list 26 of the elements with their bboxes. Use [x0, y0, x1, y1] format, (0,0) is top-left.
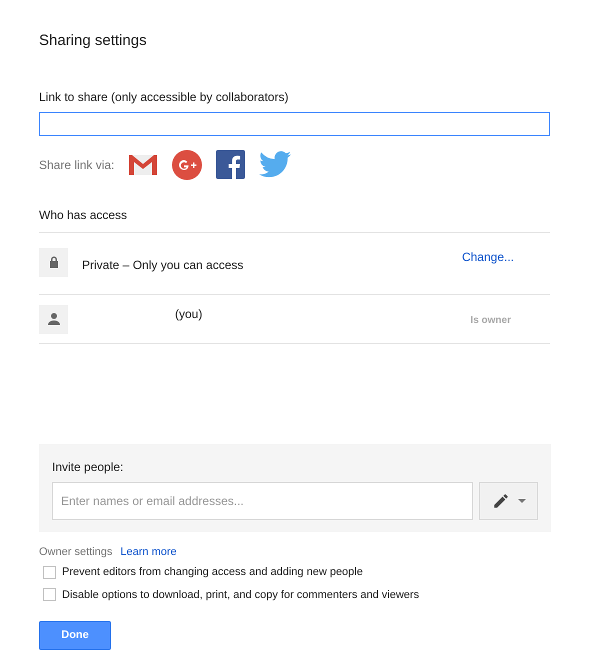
share-label: Share link via:	[39, 156, 114, 174]
checkbox[interactable]	[43, 566, 56, 579]
learn-more-link[interactable]: Learn more	[120, 544, 177, 560]
option-label: Disable options to download, print, and copy for commenters and viewers	[62, 588, 420, 602]
permission-dropdown[interactable]	[479, 482, 538, 520]
user-name: (you)	[175, 306, 204, 322]
link-field[interactable]	[39, 112, 550, 136]
owner-settings-label: Owner settings	[39, 544, 112, 560]
checkbox[interactable]	[43, 588, 56, 602]
section-heading: Who has access	[39, 206, 128, 224]
envelope-icon[interactable]	[128, 152, 158, 176]
link-label: Link to share (only accessible by collaborators)	[39, 88, 290, 106]
caret-icon	[518, 498, 526, 502]
pencil-icon	[492, 492, 510, 510]
google-plus-icon[interactable]	[172, 150, 202, 180]
invite-field[interactable]: Enter names or email addresses...	[52, 482, 473, 520]
role-label: Is owner	[470, 314, 511, 328]
bird-icon[interactable]	[259, 151, 292, 178]
invite-label: Invite people:	[52, 458, 124, 476]
facebook-icon[interactable]	[216, 150, 246, 179]
access-text: Private – Only you can access	[82, 256, 244, 274]
person-icon	[48, 313, 60, 325]
change-link[interactable]: Change...	[462, 248, 514, 266]
option-label: Prevent editors from changing access and adding new people	[62, 565, 363, 580]
lock-icon	[48, 256, 58, 268]
dialog-title: Sharing settings	[39, 31, 148, 51]
